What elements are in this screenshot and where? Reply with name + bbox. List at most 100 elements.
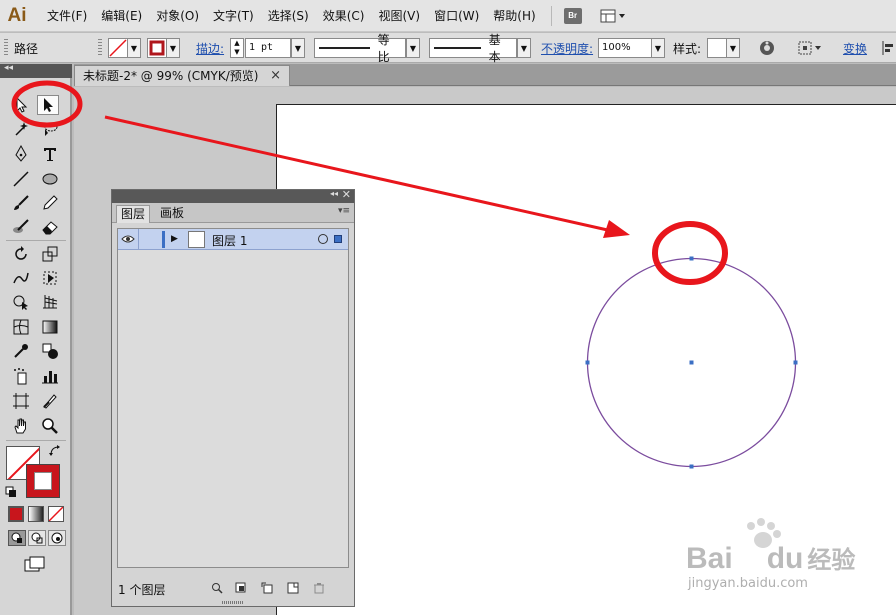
fill-swatch[interactable] [108,38,128,58]
blob-brush-tool-icon[interactable] [10,217,32,237]
variable-width-profile[interactable]: 等比 [314,33,406,64]
collapse-panel-icon[interactable]: ◂◂ [330,189,338,198]
opacity-link[interactable]: 不透明度: [541,40,593,57]
delete-layer-icon[interactable] [312,581,326,595]
stroke-dropdown-icon[interactable]: ▼ [166,38,180,58]
make-clipping-mask-icon[interactable] [234,581,248,595]
selection-square-icon[interactable] [334,235,342,243]
selection-tool-icon[interactable] [37,95,59,115]
profile-label: 等比 [377,33,390,64]
pen-tool-icon[interactable] [10,144,32,164]
screen-mode-icon[interactable] [24,556,46,572]
stroke-link[interactable]: 描边: [196,40,224,57]
slice-tool-icon[interactable] [39,391,61,411]
pencil-tool-icon[interactable] [39,193,61,213]
draw-inside-icon[interactable] [48,530,66,546]
align-options-icon[interactable] [797,40,823,56]
color-mode-button[interactable] [8,506,24,522]
hand-tool-icon[interactable] [10,416,32,436]
column-graph-tool-icon[interactable] [39,366,61,386]
swap-fill-stroke-icon[interactable] [48,444,62,458]
perspective-grid-tool-icon[interactable] [39,292,61,312]
opacity-value: 100% [602,42,631,53]
panel-footer: 1 个图层 [112,578,354,598]
workspace-switcher-icon[interactable] [600,8,628,24]
panel-resize-grip[interactable] [222,601,244,604]
draw-behind-icon[interactable] [28,530,46,546]
line-segment-tool-icon[interactable] [10,169,32,189]
profile-line-icon [319,47,370,49]
eraser-tool-icon[interactable] [39,217,61,237]
target-circle-icon[interactable] [318,234,328,244]
zoom-tool-icon[interactable] [39,416,61,436]
style-dropdown-icon[interactable]: ▼ [726,38,740,58]
locate-object-icon[interactable] [210,581,224,595]
layer-row[interactable]: ▶ 图层 1 [118,229,348,250]
align-icon[interactable] [880,40,896,56]
artboard-tool-icon[interactable] [10,391,32,411]
gradient-mode-button[interactable] [28,506,44,522]
menu-select[interactable]: 选择(S) [261,0,316,32]
graphic-style-swatch[interactable] [707,38,727,58]
none-mode-button[interactable] [48,506,64,522]
tab-layers[interactable]: 图层 [116,205,151,223]
profile-dropdown-icon[interactable]: ▼ [406,38,420,58]
opacity-input[interactable]: 100% [598,38,652,58]
menu-file[interactable]: 文件(F) [40,0,94,32]
scale-tool-icon[interactable] [39,244,61,264]
shape-builder-tool-icon[interactable] [10,292,32,312]
direct-selection-tool-icon[interactable] [10,95,32,115]
brush-definition[interactable]: 基本 [429,33,517,64]
menu-help[interactable]: 帮助(H) [486,0,542,32]
expand-triangle-icon[interactable]: ▶ [171,234,178,244]
type-tool-icon[interactable] [39,144,61,164]
blend-tool-icon[interactable] [39,341,61,361]
draw-normal-icon[interactable] [8,530,26,546]
collapse-icon[interactable]: ◂◂ [4,63,13,73]
transform-link[interactable]: 变换 [843,40,867,57]
stroke-weight-dropdown-icon[interactable]: ▼ [291,38,305,58]
stroke-swatch[interactable] [147,38,167,58]
fill-dropdown-icon[interactable]: ▼ [127,38,141,58]
document-tab[interactable]: 未标题-2* @ 99% (CMYK/预览) × [74,65,290,86]
rotate-tool-icon[interactable] [10,244,32,264]
menu-type[interactable]: 文字(T) [206,0,261,32]
layer-name[interactable]: 图层 1 [212,232,247,249]
control-bar-grip[interactable] [98,39,102,57]
menu-edit[interactable]: 编辑(E) [94,0,149,32]
stroke-color-icon[interactable] [26,464,60,498]
stroke-weight-input[interactable]: 1 pt [245,38,291,58]
opacity-dropdown-icon[interactable]: ▼ [651,38,665,58]
symbol-sprayer-tool-icon[interactable] [10,366,32,386]
close-tab-icon[interactable]: × [270,66,281,86]
recolor-artwork-icon[interactable] [759,40,775,56]
paintbrush-tool-icon[interactable] [10,193,32,213]
gradient-tool-icon[interactable] [39,317,61,337]
control-bar-grip[interactable] [4,39,8,57]
close-panel-icon[interactable]: ✕ [342,188,351,201]
lasso-tool-icon[interactable] [39,119,61,139]
magic-wand-tool-icon[interactable] [10,119,32,139]
visibility-eye-icon[interactable] [121,233,135,245]
new-layer-icon[interactable] [286,581,300,595]
bridge-icon[interactable]: Br [563,7,582,24]
tab-artboards[interactable]: 画板 [156,205,188,223]
free-transform-tool-icon[interactable] [39,268,61,288]
toolbox-header[interactable]: ◂◂ [0,63,72,78]
ellipse-tool-icon[interactable] [39,169,61,189]
eyedropper-tool-icon[interactable] [10,341,32,361]
default-fill-stroke-icon[interactable] [5,486,17,498]
document-tab-title: 未标题-2* @ 99% (CMYK/预览) [83,69,259,83]
warp-tool-icon[interactable] [10,268,32,288]
menu-window[interactable]: 窗口(W) [427,0,486,32]
menu-view[interactable]: 视图(V) [371,0,427,32]
lock-toggle[interactable] [138,229,139,250]
new-sublayer-icon[interactable] [260,581,274,595]
panel-header[interactable]: ◂◂ ✕ [112,188,354,203]
stroke-stepper-icon[interactable]: ▲ ▼ [230,38,244,58]
menu-object[interactable]: 对象(O) [149,0,206,32]
brush-dropdown-icon[interactable]: ▼ [517,38,531,58]
menu-effect[interactable]: 效果(C) [316,0,372,32]
panel-menu-icon[interactable]: ▾≡ [338,206,350,216]
mesh-tool-icon[interactable] [10,317,32,337]
